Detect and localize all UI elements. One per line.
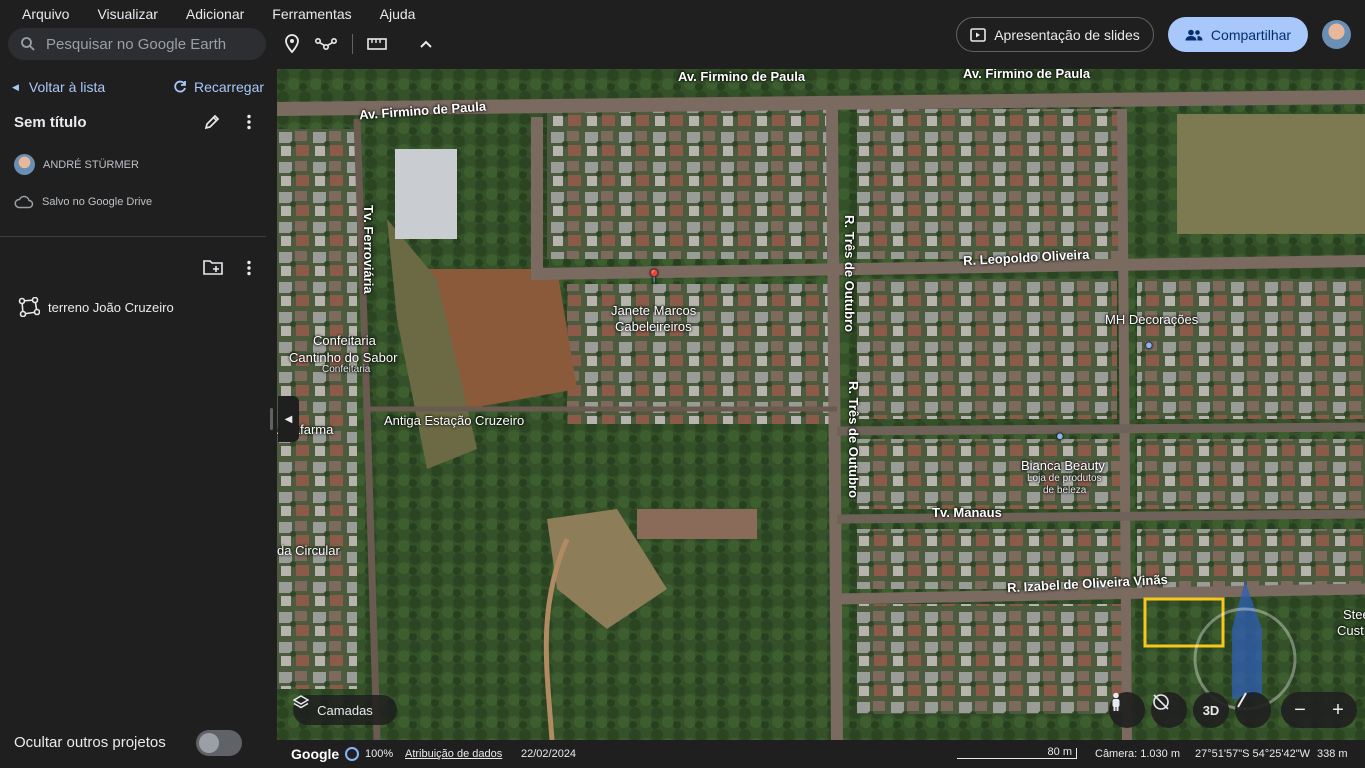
road-label: Av. Firmino de Paula (963, 69, 1091, 81)
save-status: Salvo no Google Drive (14, 195, 152, 209)
place-label[interactable]: Cabeleireiros (615, 319, 692, 334)
owner-avatar (14, 154, 35, 175)
place-label[interactable]: Confeitaria (313, 333, 376, 348)
hide-projects-label: Ocultar outros projetos (14, 734, 166, 751)
new-folder-icon[interactable] (203, 259, 223, 280)
panel-divider (0, 236, 266, 237)
back-to-list-link[interactable]: ◀ Voltar à lista (12, 79, 105, 95)
menu-arquivo[interactable]: Arquivo (8, 4, 83, 24)
shop-pin-icon[interactable]: ● (1145, 337, 1153, 352)
cloud-icon (14, 195, 34, 209)
place-pin-icon[interactable]: 📍 (646, 269, 662, 285)
view-3d-button[interactable]: 3D (1193, 692, 1229, 728)
zoom-controls: − + (1281, 692, 1357, 728)
polygon-icon (18, 297, 40, 317)
layers-label: Camadas (317, 702, 373, 718)
menu-bar: Arquivo Visualizar Adicionar Ferramentas… (8, 4, 429, 24)
user-avatar[interactable] (1322, 20, 1351, 49)
zoom-out-button[interactable]: − (1294, 699, 1306, 722)
chevron-up-icon[interactable] (415, 33, 437, 55)
more-vert-icon[interactable] (240, 113, 258, 136)
tilt-icon[interactable] (1235, 692, 1271, 728)
zoom-in-button[interactable]: + (1332, 699, 1344, 722)
collapse-panel-button[interactable]: ◀ (278, 396, 299, 442)
loading-ring-icon (345, 747, 359, 761)
search-box[interactable] (8, 28, 266, 60)
street-view-icon[interactable] (1109, 692, 1145, 728)
data-attribution-link[interactable]: Atribuição de dados (405, 748, 502, 760)
ground-altitude: 338 m (1317, 748, 1348, 760)
map-viewport[interactable]: Av. Firmino de Paula Av. Firmino de Paul… (277, 69, 1365, 740)
menu-ferramentas[interactable]: Ferramentas (258, 4, 365, 24)
top-bar: Arquivo Visualizar Adicionar Ferramentas… (0, 0, 1365, 69)
satellite-imagery (277, 69, 1365, 740)
imagery-date: 22/02/2024 (521, 748, 577, 760)
share-button[interactable]: Compartilhar (1168, 17, 1308, 52)
refresh-icon (174, 80, 186, 93)
load-percent: 100% (365, 748, 394, 760)
google-logo: Google (291, 746, 340, 762)
shop-pin-icon[interactable]: ● (1056, 428, 1064, 443)
cursor-coordinates: 27°51'57"S 54°25'42"W (1195, 748, 1310, 760)
compass-reset-icon[interactable] (1151, 692, 1187, 728)
panel-resize-handle[interactable] (270, 408, 273, 430)
project-title: Sem título (14, 114, 87, 131)
menu-visualizar[interactable]: Visualizar (83, 4, 171, 24)
path-icon[interactable] (315, 33, 337, 55)
slideshow-icon (970, 27, 987, 42)
place-label[interactable]: Antiga Estação Cruzeiro (384, 413, 524, 428)
place-category: Loja de produtos (1027, 473, 1102, 484)
google-earth-window: Arquivo Visualizar Adicionar Ferramentas… (0, 0, 1365, 768)
back-label: Voltar à lista (28, 79, 106, 95)
place-label[interactable]: Cust (1337, 623, 1364, 638)
menu-adicionar[interactable]: Adicionar (172, 4, 258, 24)
owner-name: ANDRÉ STÜRMER (43, 158, 139, 171)
place-label[interactable]: da Circular (277, 543, 340, 558)
save-status-label: Salvo no Google Drive (42, 196, 153, 208)
placemark-icon[interactable] (281, 33, 303, 55)
layers-button[interactable]: Camadas (293, 695, 397, 725)
place-label[interactable]: MH Decorações (1105, 312, 1198, 327)
menu-ajuda[interactable]: Ajuda (366, 4, 430, 24)
more-vert-icon[interactable] (240, 259, 258, 282)
slideshow-button[interactable]: Apresentação de slides (956, 17, 1154, 52)
place-category: Confeitaria (322, 364, 371, 375)
place-category: de beleza (1043, 485, 1087, 496)
reload-button[interactable]: Recarregar (173, 79, 264, 95)
load-indicator: 100% (345, 747, 393, 761)
road-label: Tv. Ferroviária (361, 205, 376, 294)
place-label[interactable]: Bianca Beauty (1021, 458, 1105, 473)
road-label: R. Três de Outubro (846, 381, 861, 499)
search-input[interactable] (46, 35, 246, 53)
road-label: R. Três de Outubro (842, 215, 857, 333)
hide-projects-toggle[interactable] (196, 730, 242, 756)
edit-icon[interactable] (203, 113, 221, 136)
project-owner: ANDRÉ STÜRMER (14, 154, 139, 175)
place-label[interactable]: Stee (1343, 607, 1365, 622)
road-label: Av. Firmino de Paula (678, 69, 806, 84)
list-item-polygon[interactable]: terreno João Cruzeiro (18, 297, 174, 317)
scale-bar: 80 m (957, 747, 1077, 759)
slideshow-label: Apresentação de slides (994, 26, 1140, 43)
ruler-icon[interactable] (366, 33, 388, 55)
list-item-label: terreno João Cruzeiro (48, 299, 174, 315)
caret-left-icon: ◀ (284, 413, 293, 425)
share-label: Compartilhar (1210, 26, 1292, 43)
project-panel: ◀ Voltar à lista Recarregar Sem título A… (0, 69, 277, 768)
place-label[interactable]: Janete Marcos (611, 303, 696, 318)
toolbar-divider (352, 34, 353, 54)
place-label[interactable]: Cantinho do Sabor (289, 350, 397, 365)
reload-label: Recarregar (194, 79, 265, 95)
layers-icon (293, 695, 309, 709)
search-icon (21, 37, 35, 51)
caret-left-icon: ◀ (12, 81, 19, 92)
road-label: Tv. Manaus (932, 505, 1002, 520)
people-icon (1185, 29, 1203, 40)
status-bar: Google 100% Atribuição de dados 22/02/20… (277, 740, 1365, 768)
camera-altitude: Câmera: 1.030 m (1095, 748, 1180, 760)
